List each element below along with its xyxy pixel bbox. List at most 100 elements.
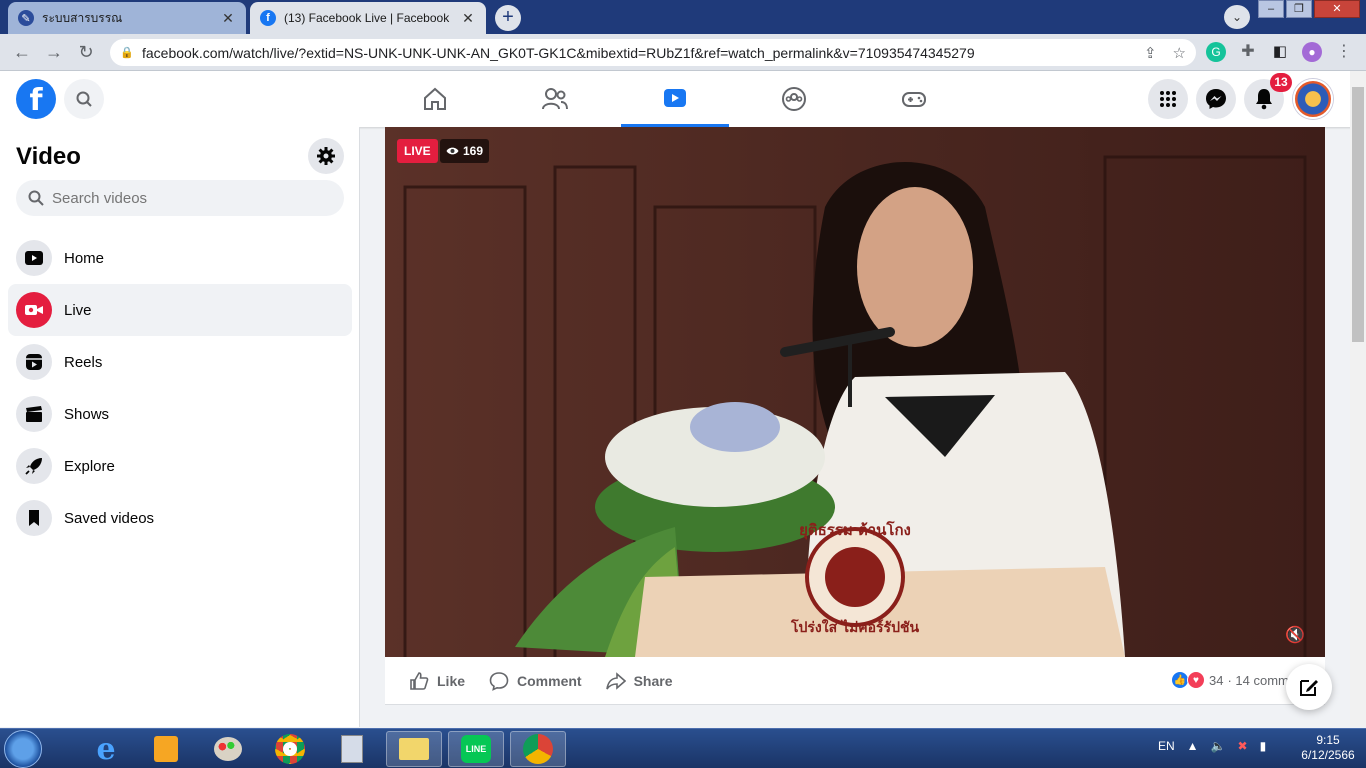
viewer-count: 169 [440, 139, 490, 163]
podium-logo-top-text: ยุติธรรม ต้านโกง [799, 520, 911, 540]
page-scrollbar[interactable] [1350, 71, 1366, 727]
sidebar-item-shows[interactable]: Shows [8, 388, 352, 440]
browser-tab[interactable]: ✎ ระบบสารบรรณ ✕ [8, 2, 246, 34]
messenger-button[interactable] [1196, 79, 1236, 119]
profile-avatar-icon[interactable]: ● [1302, 42, 1322, 62]
windows-taskbar: e LINE EN ▲ 🔈 ✖ ▮ 9:15 6/12/2566 [0, 728, 1366, 768]
share-page-icon[interactable]: ⇪ [1144, 44, 1157, 62]
live-video-player[interactable]: ยุติธรรม ต้านโกง โปร่งใส ไม่คอร์รัปชัน L… [385, 127, 1325, 657]
comment-label: Comment [517, 672, 582, 689]
groups-icon [782, 87, 806, 111]
url-text: facebook.com/watch/live/?extid=NS-UNK-UN… [142, 44, 975, 61]
new-tab-button[interactable]: + [495, 5, 521, 31]
bookmark-icon [16, 500, 52, 536]
like-button[interactable]: Like [409, 671, 465, 691]
new-message-button[interactable] [1286, 664, 1332, 710]
media-player-icon [154, 736, 178, 762]
muted-speaker-icon[interactable]: 🔇 [1285, 625, 1305, 645]
extensions-puzzle-icon[interactable]: ✚ [1238, 42, 1258, 62]
comment-bubble-icon [489, 671, 509, 691]
menu-button[interactable] [1148, 79, 1188, 119]
sidebar-item-live[interactable]: Live [8, 284, 352, 336]
taskbar-line[interactable]: LINE [448, 731, 504, 767]
sidebar-item-home[interactable]: Home [8, 232, 352, 284]
window-controls: – ❐ ✕ [1256, 0, 1360, 18]
lock-icon: 🔒 [120, 47, 134, 59]
chrome-icon [523, 734, 553, 764]
notification-count-badge: 13 [1270, 73, 1292, 92]
language-indicator[interactable]: EN [1158, 739, 1175, 753]
close-icon[interactable]: ✕ [220, 10, 236, 27]
clock-date: 6/12/2566 [1301, 748, 1355, 762]
friends-icon [542, 88, 568, 110]
address-bar[interactable]: 🔒 facebook.com/watch/live/?extid=NS-UNK-… [110, 39, 1196, 66]
sidebar-item-label: Shows [64, 405, 110, 423]
nav-groups[interactable] [740, 71, 848, 127]
taskbar-file-explorer[interactable] [386, 731, 442, 767]
minimize-button[interactable]: – [1258, 0, 1284, 18]
reels-icon [16, 344, 52, 380]
nav-friends[interactable] [501, 71, 609, 127]
taskbar-paint[interactable] [200, 731, 256, 767]
reaction-summary[interactable]: 👍 ♥ 34 · 14 comm [1171, 671, 1289, 689]
video-settings-button[interactable] [308, 138, 344, 174]
sidebar-item-label: Home [64, 249, 105, 267]
sidebar-item-label: Explore [64, 457, 115, 475]
bell-icon [1256, 89, 1272, 110]
taskbar-calculator[interactable] [324, 731, 380, 767]
sidebar-item-reels[interactable]: Reels [8, 336, 352, 388]
post-action-bar: Like Comment Share 👍 ♥ 34 · 14 comm [385, 657, 1325, 705]
reload-button[interactable]: ↻ [74, 40, 98, 64]
nav-gaming[interactable] [860, 71, 968, 127]
back-button[interactable]: ← [10, 40, 34, 64]
facebook-search-button[interactable] [64, 79, 104, 119]
network-error-icon[interactable]: ✖ [1238, 739, 1248, 753]
forward-button[interactable]: → [42, 40, 66, 64]
messenger-icon [1206, 89, 1226, 109]
page-title: Video [16, 143, 81, 170]
taskbar-internet-explorer[interactable]: e [78, 731, 134, 767]
comment-button[interactable]: Comment [489, 671, 582, 691]
comments-count[interactable]: · 14 comm [1227, 673, 1288, 688]
eye-icon [446, 147, 459, 155]
search-videos-input[interactable] [52, 189, 312, 207]
podium-logo-bottom-text: โปร่งใส ไม่คอร์รัปชัน [790, 618, 919, 636]
bookmark-star-icon[interactable]: ☆ [1173, 44, 1186, 62]
gaming-controller-icon [902, 92, 926, 107]
paint-palette-icon [214, 737, 242, 761]
taskbar-media-player[interactable] [138, 731, 194, 767]
share-button[interactable]: Share [605, 671, 673, 691]
grammarly-extension-icon[interactable]: G [1206, 42, 1226, 62]
thumbs-up-icon [410, 671, 429, 690]
search-icon [76, 91, 92, 107]
play-screen-icon [16, 240, 52, 276]
system-tray: EN ▲ 🔈 ✖ ▮ [1158, 739, 1266, 753]
show-hidden-icons[interactable]: ▲ [1187, 739, 1199, 753]
nav-watch[interactable] [621, 71, 729, 127]
video-sidebar: Video Home Live Reels Shows Explore Save… [0, 127, 360, 727]
start-button[interactable] [4, 730, 42, 768]
side-panel-icon[interactable]: ◧ [1270, 42, 1290, 62]
taskbar-clock[interactable]: 9:15 6/12/2566 [1296, 733, 1360, 763]
nav-home[interactable] [381, 71, 489, 127]
menu-kebab-icon[interactable]: ⋮ [1334, 42, 1354, 62]
scrollbar-thumb[interactable] [1352, 87, 1364, 342]
browser-tab-active[interactable]: f (13) Facebook Live | Facebook ✕ [250, 2, 486, 34]
facebook-logo[interactable]: f [16, 79, 56, 119]
sidebar-item-explore[interactable]: Explore [8, 440, 352, 492]
signal-bars-icon[interactable]: ▮ [1260, 739, 1267, 753]
volume-icon[interactable]: 🔈 [1211, 739, 1226, 753]
close-window-button[interactable]: ✕ [1314, 0, 1360, 18]
video-search-box[interactable] [16, 180, 344, 216]
video-frame: ยุติธรรม ต้านโกง โปร่งใส ไม่คอร์รัปชัน [385, 127, 1325, 657]
taskbar-chrome-active[interactable] [510, 731, 566, 767]
sidebar-item-saved[interactable]: Saved videos [8, 492, 352, 544]
close-icon[interactable]: ✕ [460, 10, 476, 27]
tab-search-button[interactable]: ⌄ [1224, 5, 1250, 29]
restore-button[interactable]: ❐ [1286, 0, 1312, 18]
browser-toolbar: ← → ↻ 🔒 facebook.com/watch/live/?extid=N… [0, 34, 1366, 71]
account-avatar[interactable] [1293, 79, 1333, 119]
rocket-icon [16, 448, 52, 484]
taskbar-chrome[interactable] [262, 731, 318, 767]
tab-title: (13) Facebook Live | Facebook [284, 11, 450, 25]
